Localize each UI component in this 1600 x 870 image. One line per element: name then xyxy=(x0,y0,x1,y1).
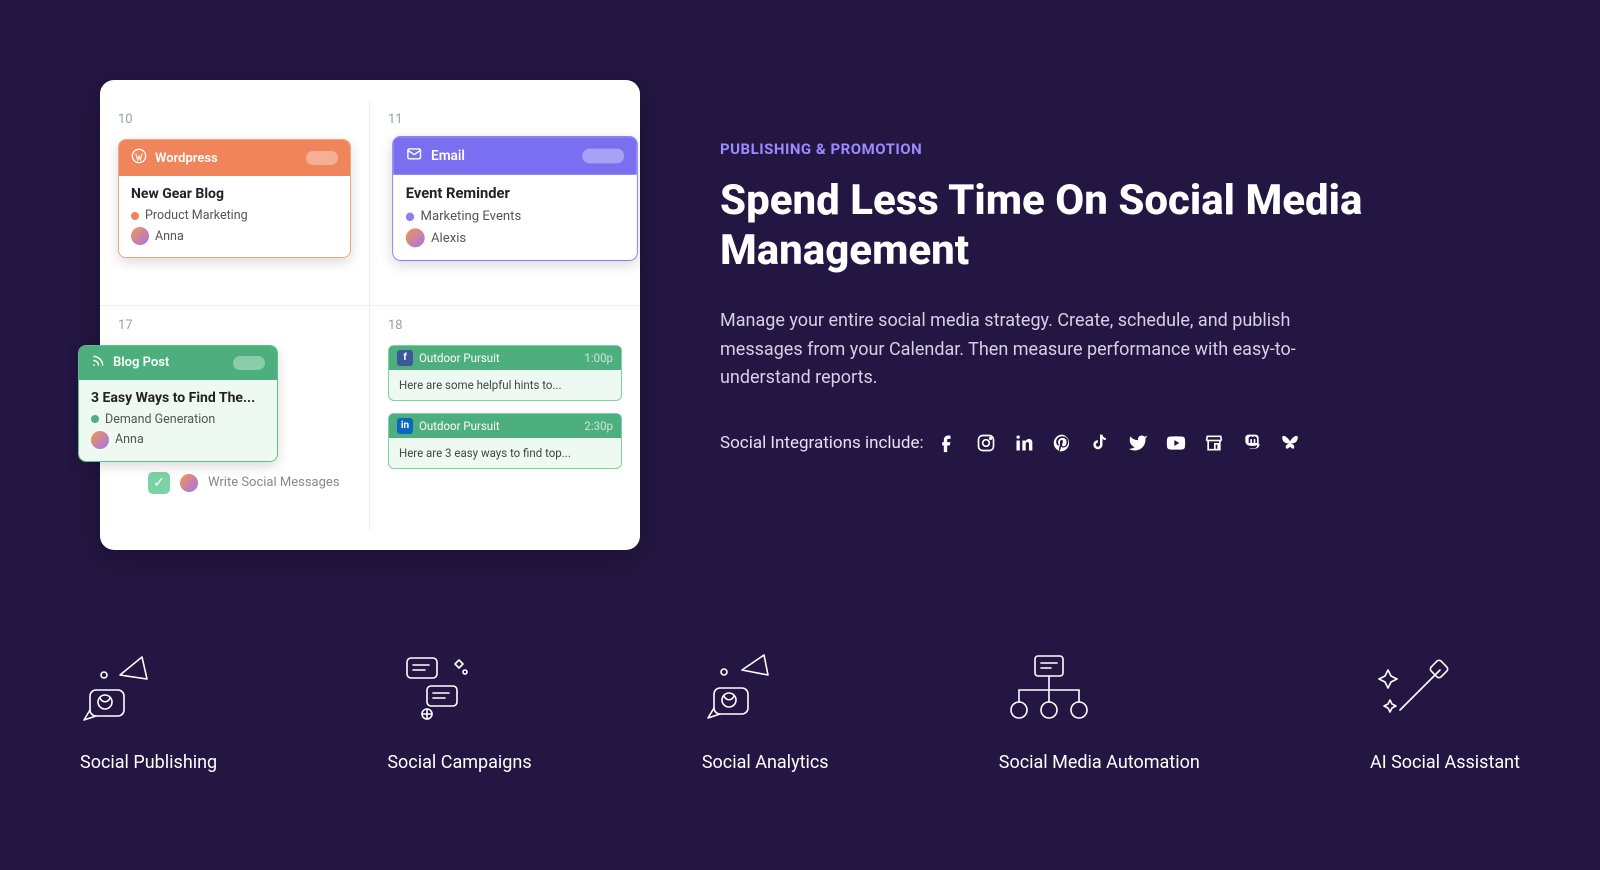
avatar xyxy=(131,227,149,245)
card-tag: Marketing Events xyxy=(421,208,522,224)
calendar-preview: 10 Wordpress New Gear Blog Product Marke… xyxy=(100,80,640,550)
checkbox-icon[interactable]: ✓ xyxy=(148,472,170,494)
tag-dot xyxy=(91,415,99,423)
card-platform: Email xyxy=(431,148,465,164)
card-author: Alexis xyxy=(431,230,466,246)
pill-decoration xyxy=(233,356,265,370)
day-number: 11 xyxy=(388,112,622,127)
card-author: Anna xyxy=(155,229,184,244)
pill-decoration xyxy=(582,149,624,164)
blogpost-card[interactable]: Blog Post 3 Easy Ways to Find The... Dem… xyxy=(78,345,278,462)
linkedin-post-card[interactable]: in Outdoor Pursuit 2:30p Here are 3 easy… xyxy=(388,413,622,469)
facebook-icon[interactable] xyxy=(938,433,958,453)
avatar xyxy=(91,431,109,449)
card-time: 2:30p xyxy=(584,419,613,433)
hero-content: PUBLISHING & PROMOTION Spend Less Time O… xyxy=(720,80,1500,550)
email-icon xyxy=(406,145,423,166)
pill-decoration xyxy=(306,151,338,165)
email-card[interactable]: Email Event Reminder Marketing Events Al… xyxy=(392,136,638,261)
wordpress-icon xyxy=(131,148,147,168)
calendar-cell: 10 Wordpress New Gear Blog Product Marke… xyxy=(100,100,370,306)
task-text: Write Social Messages xyxy=(208,475,340,490)
calendar-cell: 11 Email Event Reminder Marketing Events… xyxy=(370,100,640,306)
feature-social-publishing[interactable]: Social Publishing xyxy=(80,650,217,773)
mastodon-icon[interactable] xyxy=(1242,433,1262,453)
card-title: Event Reminder xyxy=(406,185,624,202)
feature-social-campaigns[interactable]: Social Campaigns xyxy=(387,650,531,773)
card-channel: Outdoor Pursuit xyxy=(419,419,500,433)
day-number: 17 xyxy=(118,318,351,333)
integrations-label: Social Integrations include: xyxy=(720,433,924,453)
card-platform: Blog Post xyxy=(113,355,169,370)
feature-label: AI Social Assistant xyxy=(1370,752,1520,773)
card-tag: Demand Generation xyxy=(105,412,215,427)
campaigns-icon xyxy=(387,650,477,730)
analytics-icon xyxy=(702,650,792,730)
calendar-cell: 17 Blog Post 3 Easy Ways to Find The... … xyxy=(100,306,370,531)
avatar xyxy=(406,228,425,247)
pinterest-icon[interactable] xyxy=(1052,433,1072,453)
description: Manage your entire social media strategy… xyxy=(720,307,1320,393)
features-row: Social Publishing Social Campaigns Socia… xyxy=(0,550,1600,773)
feature-ai-assistant[interactable]: AI Social Assistant xyxy=(1370,650,1520,773)
feature-label: Social Media Automation xyxy=(999,752,1200,773)
feature-label: Social Campaigns xyxy=(387,752,531,773)
card-platform: Wordpress xyxy=(155,151,218,166)
twitter-icon[interactable] xyxy=(1128,433,1148,453)
headline: Spend Less Time On Social Media Manageme… xyxy=(720,176,1500,277)
feature-social-analytics[interactable]: Social Analytics xyxy=(702,650,829,773)
card-channel: Outdoor Pursuit xyxy=(419,351,500,365)
youtube-icon[interactable] xyxy=(1166,433,1186,453)
day-number: 18 xyxy=(388,318,622,333)
card-tag: Product Marketing xyxy=(145,208,248,223)
card-title: New Gear Blog xyxy=(131,186,338,202)
rss-icon xyxy=(91,354,105,372)
automation-icon xyxy=(999,650,1099,730)
bluesky-icon[interactable] xyxy=(1280,433,1300,453)
google-business-icon[interactable] xyxy=(1204,433,1224,453)
facebook-icon: f xyxy=(397,350,413,366)
integrations-row: Social Integrations include: xyxy=(720,433,1500,453)
card-author: Anna xyxy=(115,432,144,447)
card-body: Here are some helpful hints to... xyxy=(395,376,615,394)
feature-label: Social Publishing xyxy=(80,752,217,773)
card-time: 1:00p xyxy=(584,351,613,365)
calendar-cell: 18 f Outdoor Pursuit 1:00p Here are some… xyxy=(370,306,640,531)
task-row[interactable]: ✓ Write Social Messages xyxy=(148,472,351,494)
card-title: 3 Easy Ways to Find The... xyxy=(91,390,265,406)
fb-post-card[interactable]: f Outdoor Pursuit 1:00p Here are some he… xyxy=(388,345,622,401)
tiktok-icon[interactable] xyxy=(1090,433,1110,453)
avatar xyxy=(180,474,198,492)
instagram-icon[interactable] xyxy=(976,433,996,453)
linkedin-icon: in xyxy=(397,418,413,434)
feature-label: Social Analytics xyxy=(702,752,829,773)
feature-social-automation[interactable]: Social Media Automation xyxy=(999,650,1200,773)
tag-dot xyxy=(406,212,414,220)
linkedin-icon[interactable] xyxy=(1014,433,1034,453)
tag-dot xyxy=(131,212,139,220)
day-number: 10 xyxy=(118,112,351,127)
wordpress-card[interactable]: Wordpress New Gear Blog Product Marketin… xyxy=(118,139,351,258)
eyebrow: PUBLISHING & PROMOTION xyxy=(720,140,1500,158)
publishing-icon xyxy=(80,650,170,730)
card-body: Here are 3 easy ways to find top... xyxy=(395,444,615,462)
ai-assistant-icon xyxy=(1370,650,1460,730)
